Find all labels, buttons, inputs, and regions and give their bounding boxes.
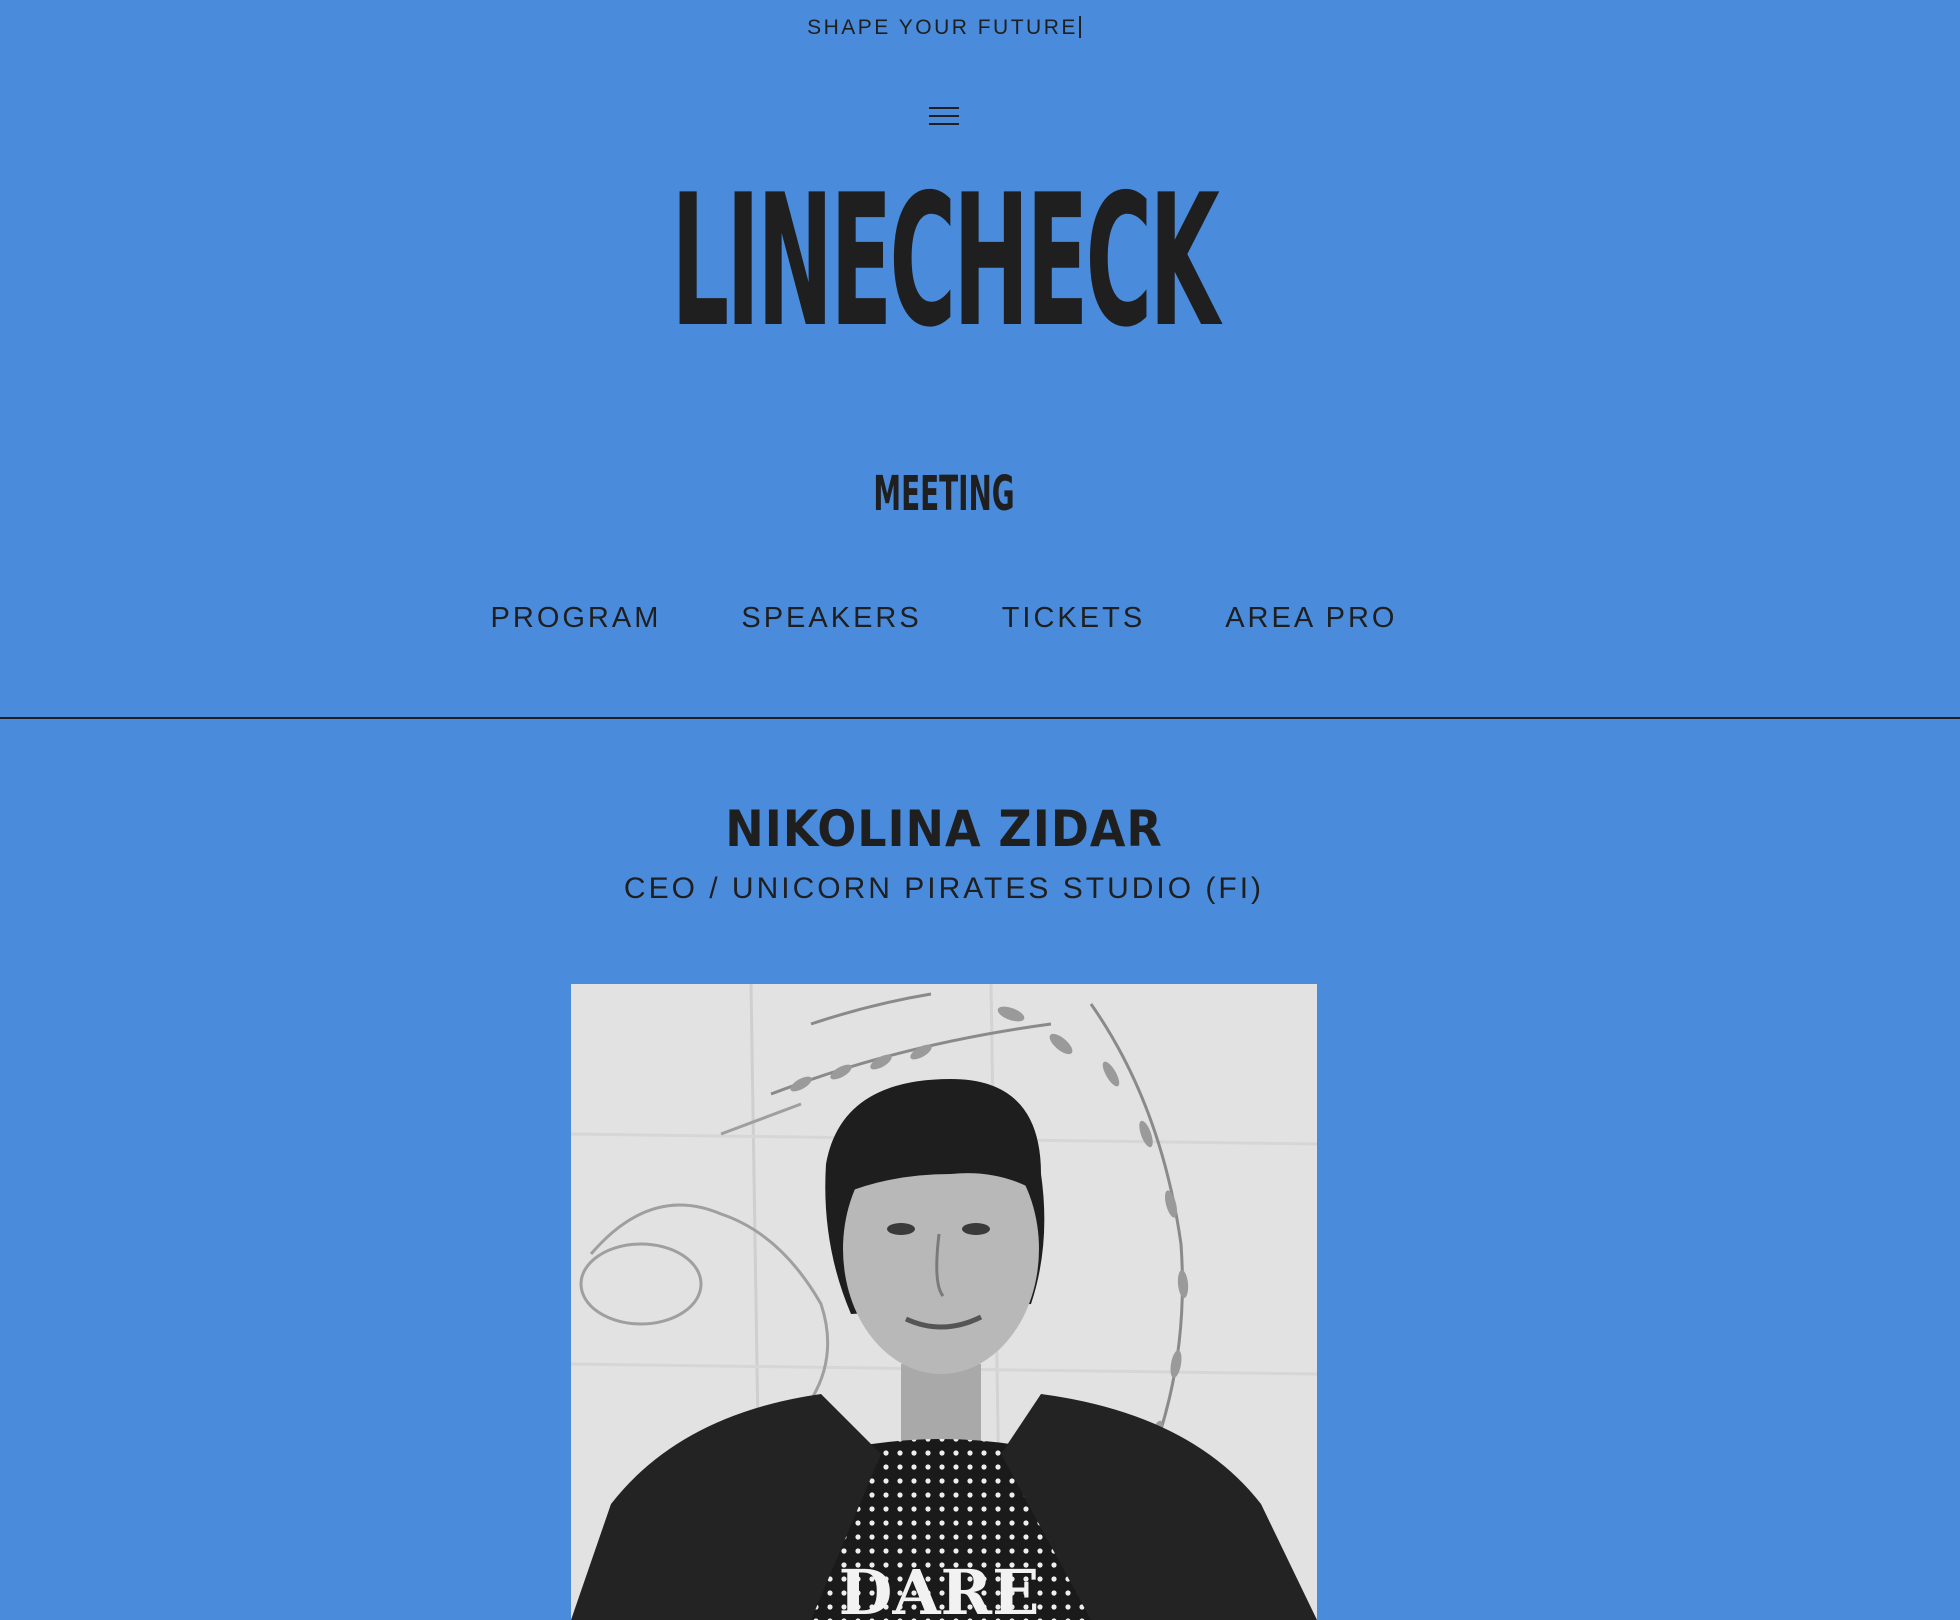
text-cursor <box>1078 16 1081 38</box>
shirt-text: DARE <box>839 1556 1040 1620</box>
site-logo[interactable]: LINECHECK <box>472 170 1416 352</box>
speaker-photo: DARE <box>571 984 1317 1620</box>
speaker-role: CEO / UNICORN PIRATES STUDIO (FI) <box>623 872 1265 905</box>
menu-line <box>929 123 959 125</box>
tagline-text: SHAPE YOUR FUTURE <box>807 16 1078 39</box>
nav-item-area-pro[interactable]: AREA PRO <box>1225 602 1397 635</box>
menu-line <box>929 115 959 117</box>
menu-line <box>929 107 959 109</box>
main-nav: PROGRAM SPEAKERS TICKETS AREA PRO <box>0 602 1888 635</box>
hamburger-menu-icon[interactable] <box>929 104 959 128</box>
nav-item-speakers[interactable]: SPEAKERS <box>741 602 921 635</box>
header-divider <box>0 717 1960 719</box>
site-subtitle: MEETING <box>873 466 1015 522</box>
speaker-name: NIKOLINA ZIDAR <box>725 800 1163 858</box>
nav-item-tickets[interactable]: TICKETS <box>1002 602 1145 635</box>
nav-item-program[interactable]: PROGRAM <box>491 602 662 635</box>
tagline: SHAPE YOUR FUTURE <box>0 16 1888 40</box>
